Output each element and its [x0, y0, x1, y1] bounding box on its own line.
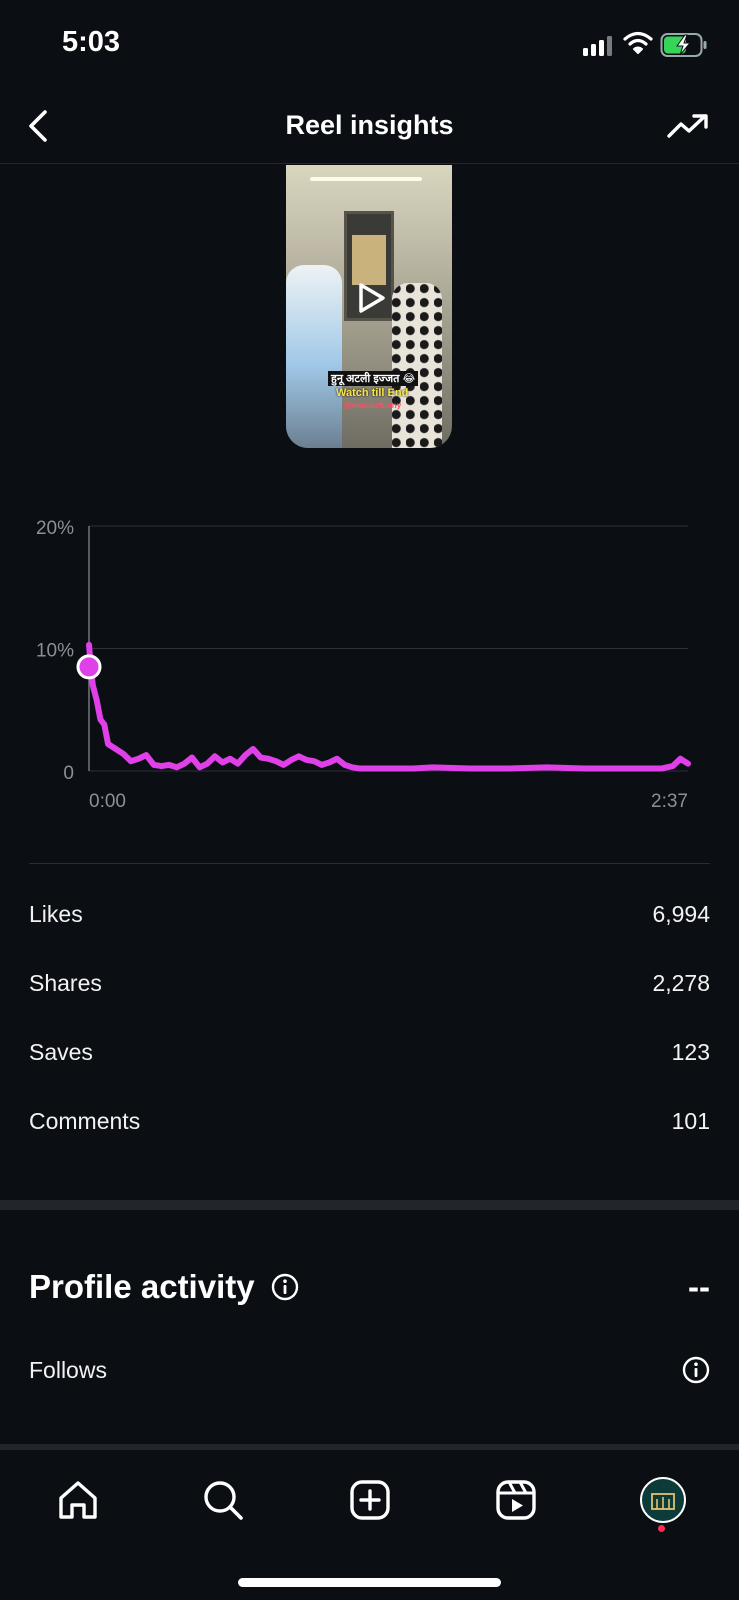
home-icon: [59, 1481, 97, 1519]
profile-activity-header: Profile activity --: [29, 1262, 710, 1312]
retention-chart: 20% 10% 0 0:00 2:37: [0, 500, 739, 830]
tab-search[interactable]: [195, 1472, 251, 1528]
search-icon: [204, 1481, 243, 1520]
metric-label: Saves: [29, 1039, 93, 1065]
metric-comments-row: Comments 101: [29, 1087, 710, 1156]
tab-create[interactable]: [342, 1472, 398, 1528]
section-title: Profile activity: [29, 1268, 255, 1305]
engagement-metrics: Likes 6,994 Shares 2,278 Saves 123 Comme…: [29, 880, 710, 1156]
metric-label: Likes: [29, 901, 83, 927]
metric-shares-row: Shares 2,278: [29, 949, 710, 1018]
metric-value: 101: [671, 1108, 710, 1134]
home-indicator: [238, 1578, 501, 1587]
y-tick-label: 0: [63, 763, 74, 784]
page-title: Reel insights: [285, 110, 454, 140]
bottom-tab-bar: [0, 1450, 739, 1560]
follows-row: Follows: [29, 1350, 710, 1390]
y-tick-label: 10%: [36, 641, 74, 662]
create-icon: [350, 1480, 390, 1520]
thumbnail-caption-line1: हुनू अटली इज्जत 😂: [328, 371, 419, 386]
tab-reels[interactable]: [488, 1472, 544, 1528]
chart-divider: [29, 863, 710, 864]
tab-home[interactable]: [50, 1472, 106, 1528]
tab-profile[interactable]: [635, 1472, 691, 1528]
y-tick-label: 20%: [36, 518, 74, 539]
reel-thumbnail[interactable]: हुनू अटली इज्जत 😂 Watch till End @mosaic…: [286, 165, 452, 448]
thumbnail-person-right: [392, 283, 442, 448]
retention-chart-svg: 20% 10% 0 0:00 2:37: [36, 518, 691, 812]
top-nav-bar: Reel insights: [0, 90, 739, 164]
metric-value: 6,994: [652, 901, 710, 927]
wifi-icon: [623, 31, 653, 54]
profile-avatar: [640, 1477, 686, 1523]
metric-label: Shares: [29, 970, 102, 996]
signal-icon: [583, 34, 615, 56]
status-time: 5:03: [62, 26, 121, 58]
thumbnail-ceiling-light: [310, 177, 422, 181]
metric-value: 2,278: [652, 970, 710, 996]
info-icon[interactable]: [682, 1356, 710, 1384]
battery-icon: [660, 33, 707, 57]
section-separator: [0, 1200, 739, 1210]
metric-likes-row: Likes 6,994: [29, 880, 710, 949]
metric-label: Comments: [29, 1108, 141, 1134]
reels-icon: [496, 1480, 536, 1520]
x-tick-label: 0:00: [89, 791, 126, 812]
follows-label: Follows: [29, 1356, 107, 1383]
avatar-logo-icon: [651, 1493, 675, 1510]
x-tick-label: 2:37: [651, 791, 688, 812]
trending-icon: [667, 114, 708, 138]
metric-saves-row: Saves 123: [29, 1018, 710, 1087]
thumbnail-caption-line3: @mosaicfunny: [344, 401, 402, 410]
playhead-marker: [76, 654, 102, 680]
play-icon[interactable]: [348, 277, 390, 319]
profile-activity-value: --: [688, 1268, 710, 1305]
info-icon[interactable]: [271, 1273, 299, 1301]
thumbnail-person-left: [286, 265, 342, 448]
notification-dot: [658, 1525, 665, 1532]
retention-line: [86, 641, 691, 772]
metric-value: 123: [671, 1039, 710, 1065]
trending-button[interactable]: [665, 106, 711, 146]
status-bar: 5:03: [0, 0, 739, 90]
thumbnail-caption-line2: Watch till End: [336, 387, 409, 399]
